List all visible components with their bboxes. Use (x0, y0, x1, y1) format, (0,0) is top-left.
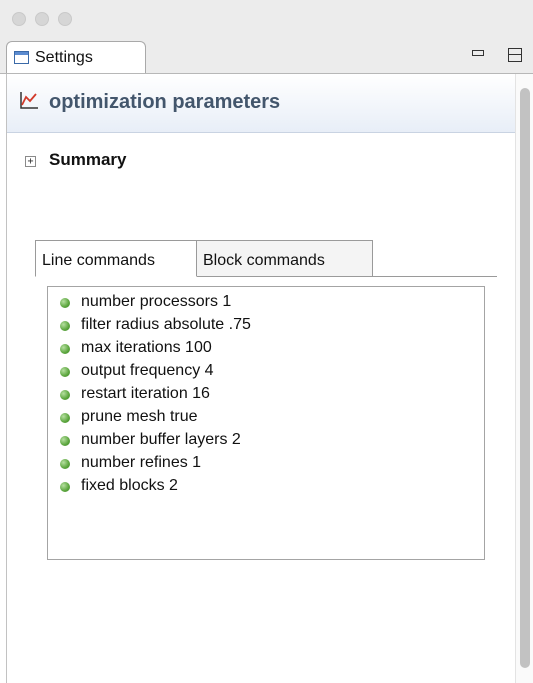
tab-line-commands[interactable]: Line commands (35, 240, 197, 277)
view-window-icon (14, 51, 29, 64)
command-text: restart iteration 16 (81, 385, 210, 402)
expand-toggle-icon[interactable]: + (25, 156, 36, 167)
vertical-scrollbar[interactable] (515, 74, 533, 683)
minimize-view-button[interactable] (472, 50, 484, 56)
command-text: number buffer layers 2 (81, 431, 241, 448)
list-item[interactable]: number refines 1 (48, 454, 484, 477)
command-text: max iterations 100 (81, 339, 212, 356)
green-dot-icon (60, 390, 70, 400)
list-item[interactable]: prune mesh true (48, 408, 484, 431)
command-text: number refines 1 (81, 454, 202, 471)
zoom-window-button[interactable] (58, 12, 72, 26)
summary-label[interactable]: Summary (49, 150, 126, 170)
list-item[interactable]: number processors 1 (48, 293, 484, 316)
green-dot-icon (60, 321, 70, 331)
command-text: number processors 1 (81, 293, 232, 310)
list-item[interactable]: output frequency 4 (48, 362, 484, 385)
form-header: optimization parameters (7, 74, 516, 133)
maximize-view-button[interactable] (508, 48, 522, 62)
window-title-bar (0, 0, 533, 39)
green-dot-icon (60, 436, 70, 446)
settings-view-tab-label: Settings (35, 49, 93, 66)
scrollbar-thumb[interactable] (520, 88, 530, 668)
green-dot-icon (60, 459, 70, 469)
command-text: filter radius absolute .75 (81, 316, 251, 333)
tab-block-commands[interactable]: Block commands (197, 240, 373, 276)
settings-panel: optimization parameters + Summary Line c… (6, 74, 516, 683)
graph-chart-icon (20, 92, 38, 109)
command-text: prune mesh true (81, 408, 198, 425)
close-window-button[interactable] (12, 12, 26, 26)
list-item[interactable]: restart iteration 16 (48, 385, 484, 408)
list-item[interactable]: max iterations 100 (48, 339, 484, 362)
view-tab-strip: Settings (0, 38, 533, 74)
green-dot-icon (60, 298, 70, 308)
form-title: optimization parameters (49, 91, 281, 113)
command-text: fixed blocks 2 (81, 477, 178, 494)
list-item[interactable]: number buffer layers 2 (48, 431, 484, 454)
command-text: output frequency 4 (81, 362, 214, 379)
settings-view-tab[interactable]: Settings (6, 41, 146, 73)
green-dot-icon (60, 413, 70, 423)
list-item[interactable]: filter radius absolute .75 (48, 316, 484, 339)
minimize-window-button[interactable] (35, 12, 49, 26)
command-tabs: Line commands Block commands (35, 240, 497, 277)
line-commands-list: number processors 1 filter radius absolu… (47, 286, 485, 560)
green-dot-icon (60, 367, 70, 377)
green-dot-icon (60, 482, 70, 492)
list-item[interactable]: fixed blocks 2 (48, 477, 484, 500)
green-dot-icon (60, 344, 70, 354)
